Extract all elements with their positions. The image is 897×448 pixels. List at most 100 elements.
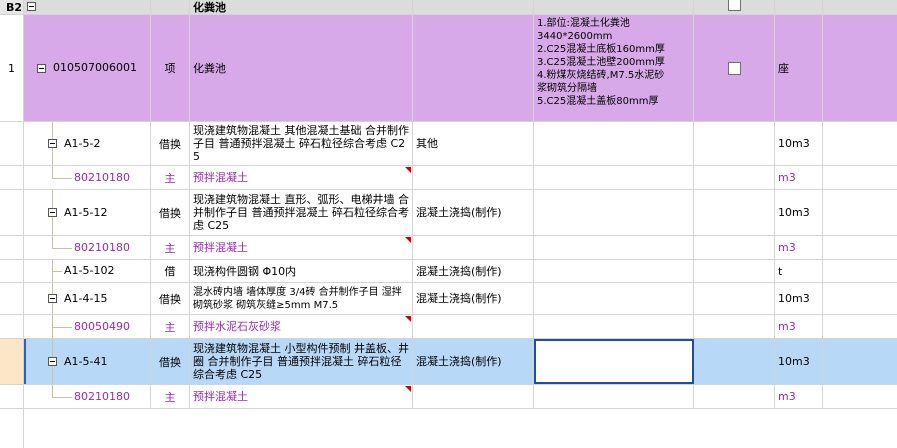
row-number-cell [0,283,24,314]
active-edit-cell[interactable] [534,339,694,384]
quota-code: A1-4-15 [64,292,108,305]
feature-line: 3.C25混凝土池壁200mm厚 [537,57,665,68]
quota-code: A1-5-12 [64,206,108,219]
checkbox-cell [694,315,775,338]
features-cell [534,0,694,14]
extra-cell [823,283,897,314]
material-type: 主 [164,390,176,404]
specialty-cell: 混凝土浇捣(制作) [413,190,534,235]
extra-cell [823,315,897,338]
checkbox-cell [694,283,775,314]
item-checkbox[interactable] [728,62,741,75]
tree-line [52,236,53,248]
quota-row[interactable]: A1-5-2 借换 现浇建筑物混凝土 其他混凝土基础 合并制作子目 普通预拌混凝… [0,122,897,166]
quota-name: 现浇构件圆钢 Φ10内 [193,264,297,278]
code-cell: A1-5-102 [24,260,151,282]
collapse-icon[interactable] [48,357,57,366]
code-cell: A1-5-2 [24,122,151,165]
comment-marker-icon [405,386,411,392]
quota-row-selected[interactable]: A1-5-41 借换 现浇建筑物混凝土 小型构件预制 井盖板、井圈 合并制作子目… [0,339,897,385]
material-row[interactable]: 80210180 主 预拌混凝土 m3 [0,166,897,190]
collapse-icon[interactable] [48,139,57,148]
feature-line: 1.部位:混凝土化粪池 [537,18,630,29]
material-row[interactable]: 80210180 主 预拌混凝土 m3 [0,236,897,260]
material-unit: m3 [778,241,796,254]
material-row[interactable]: 80050490 主 预拌水泥石灰砂浆 m3 [0,315,897,339]
unit-cell: m3 [775,166,823,189]
unit-cell: 10m3 [775,122,823,165]
tree-line [52,178,72,179]
collapse-icon[interactable] [48,208,57,217]
row-number-cell [0,166,24,189]
type-cell [151,0,190,14]
material-name: 预拌混凝土 [193,241,248,254]
tree-line [52,385,53,397]
type-cell: 借换 [151,122,190,165]
type-cell: 借换 [151,339,190,384]
material-code: 80050490 [74,320,130,333]
checkbox-cell [694,236,775,259]
extra-cell [823,260,897,282]
quota-unit: 10m3 [778,292,810,305]
checkbox-cell [694,260,775,282]
row-number-cell [0,409,24,448]
checkbox-cell [694,190,775,235]
checkbox-cell [694,0,775,14]
collapse-icon[interactable] [37,64,46,73]
unit-cell: m3 [775,315,823,338]
quota-type: 借换 [159,137,181,151]
item-code: 010507006001 [53,61,137,74]
row-number-cell: 1 [0,15,24,121]
collapse-icon[interactable] [48,294,57,303]
extra-cell [823,339,897,384]
extra-cell [823,122,897,165]
name-cell: 现浇构件圆钢 Φ10内 [190,260,413,282]
quota-type: 借换 [159,355,181,369]
quota-row[interactable]: A1-5-12 借换 现浇建筑物混凝土 直形、弧形、电梯井墙 合并制作子目 普通… [0,190,897,236]
specialty-cell [413,0,534,14]
unit-cell: 10m3 [775,283,823,314]
name-cell: 化粪池 [190,15,413,121]
item-unit: 座 [778,61,789,75]
row-label-cell: B2 [0,0,24,14]
code-cell: 80210180 [24,236,151,259]
item-type: 项 [164,62,176,75]
features-cell [534,166,694,189]
type-cell: 借换 [151,283,190,314]
name-cell: 预拌水泥石灰砂浆 [190,315,413,338]
material-code: 80210180 [74,390,130,403]
type-cell: 主 [151,166,190,189]
comment-marker-icon [405,167,411,173]
checkbox-cell [694,385,775,408]
feature-line: 4.粉煤灰烧结砖,M7.5水泥砂 [537,70,665,81]
features-cell [534,283,694,314]
extra-cell [823,166,897,189]
code-cell: 80050490 [24,315,151,338]
code-cell: 010507006001 [24,15,151,121]
section-checkbox[interactable] [728,0,741,11]
name-cell: 化粪池 [190,0,413,14]
extra-cell [823,0,897,14]
features-cell [534,315,694,338]
extra-cell [823,236,897,259]
collapse-icon[interactable] [27,2,36,11]
main-item-row[interactable]: 1 010507006001 项 化粪池 1.部位:混凝土化粪池 3440*26… [0,15,897,122]
material-name: 预拌水泥石灰砂浆 [193,320,281,333]
tree-line [52,397,72,398]
quota-row[interactable]: A1-4-15 借换 混水砖内墙 墙体厚度 3/4砖 合并制作子目 湿拌砌筑砂浆… [0,283,897,315]
tree-line [52,327,72,328]
code-cell: A1-4-15 [24,283,151,314]
quota-name: 现浇建筑物混凝土 小型构件预制 井盖板、井圈 合并制作子目 普通预拌混凝土 碎石… [193,342,409,381]
quota-row[interactable]: A1-5-102 借 现浇构件圆钢 Φ10内 混凝土浇捣(制作) t [0,260,897,283]
name-cell: 现浇建筑物混凝土 其他混凝土基础 合并制作子目 普通预拌混凝土 碎石粒径综合考虑… [190,122,413,165]
section-header-row[interactable]: B2 化粪池 [0,0,897,15]
checkbox-cell [694,166,775,189]
type-cell: 主 [151,315,190,338]
quota-specialty: 混凝土浇捣(制作) [416,264,502,278]
material-code: 80210180 [74,171,130,184]
checkbox-cell [694,15,775,121]
features-cell[interactable]: 1.部位:混凝土化粪池 3440*2600mm 2.C25混凝土底板160mm厚… [534,15,694,121]
comment-marker-icon [405,316,411,322]
material-row[interactable]: 80210180 主 预拌混凝土 m3 [0,385,897,409]
specialty-cell [413,385,534,408]
